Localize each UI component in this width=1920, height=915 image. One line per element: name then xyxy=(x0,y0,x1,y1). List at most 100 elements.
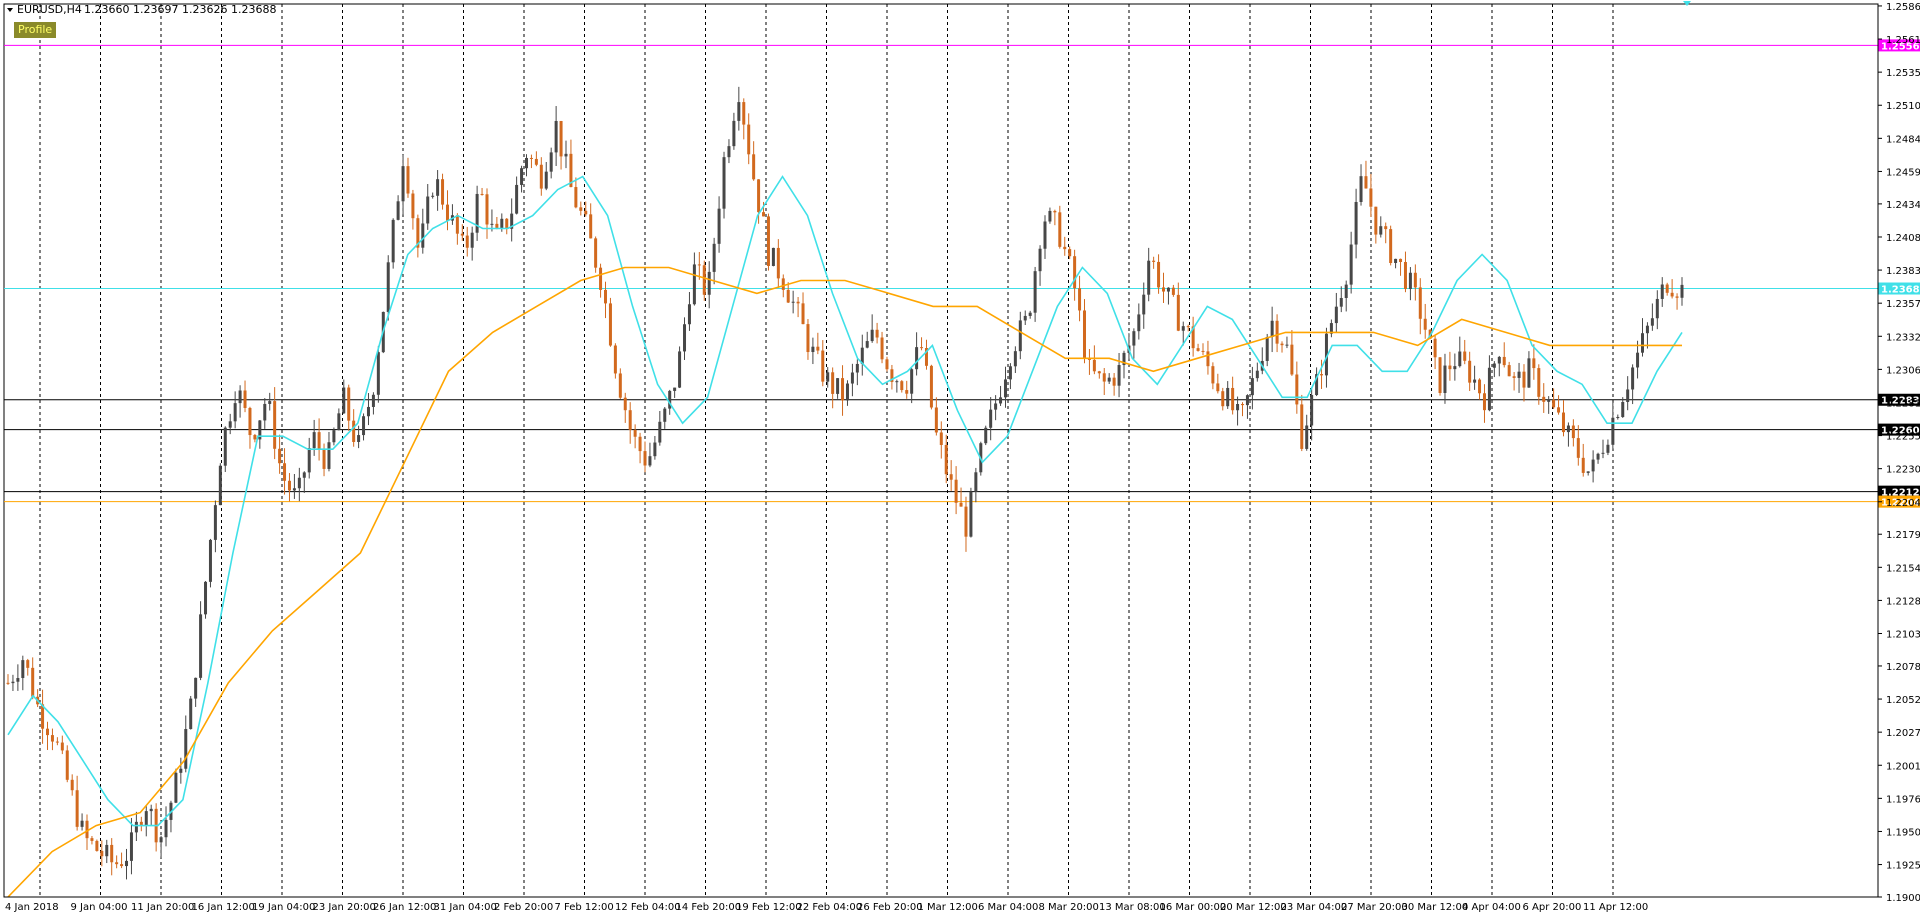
profile-button[interactable]: Profile xyxy=(14,22,57,38)
candle-body xyxy=(1636,352,1640,368)
candle-body xyxy=(1621,402,1625,417)
candle-body xyxy=(1137,314,1141,332)
candle-body xyxy=(396,201,400,220)
candle-body xyxy=(1107,377,1111,382)
candle-body xyxy=(791,301,795,303)
candle-body xyxy=(796,301,800,304)
candle-body xyxy=(1552,399,1556,408)
candle-body xyxy=(920,347,924,349)
candle-body xyxy=(964,506,968,537)
candle-body xyxy=(1468,360,1472,383)
candle-body xyxy=(816,346,820,351)
candle-body xyxy=(969,491,973,537)
candle-body xyxy=(342,387,346,414)
candle-body xyxy=(692,264,696,305)
candle-body xyxy=(1478,379,1482,394)
candle-body xyxy=(1033,271,1037,313)
candle-body xyxy=(762,212,766,217)
candle-body xyxy=(623,397,627,411)
candle-body xyxy=(875,329,879,338)
candle-body xyxy=(485,194,489,225)
candle-body xyxy=(1566,425,1570,433)
candle-body xyxy=(21,660,25,679)
candle-body xyxy=(515,184,519,214)
candle-body xyxy=(1142,294,1146,315)
x-tick-label: 27 Mar 20:00 xyxy=(1341,902,1408,913)
x-tick-label: 6 Apr 20:00 xyxy=(1523,902,1582,913)
symbol-label: EURUSD,H4 xyxy=(17,3,82,16)
price-chart[interactable]: 1.255611.236881.228311.226011.221231.220… xyxy=(0,0,1920,915)
candle-body xyxy=(1527,358,1531,388)
candle-body xyxy=(1275,320,1279,344)
chart-area[interactable]: 1.255611.236881.228311.226011.221231.220… xyxy=(0,0,1920,915)
candle-body xyxy=(994,403,998,410)
candle-body xyxy=(1492,363,1496,368)
candle-body xyxy=(1517,371,1521,378)
candle-body xyxy=(1043,221,1047,249)
chart-header: EURUSD,H4 1.23660 1.23697 1.23626 1.2368… xyxy=(7,3,276,16)
candle-body xyxy=(411,193,415,219)
candle-body xyxy=(608,303,612,346)
candle-body xyxy=(900,381,904,391)
candle-body xyxy=(1453,366,1457,370)
candle-body xyxy=(1384,226,1388,230)
candle-body xyxy=(125,860,129,867)
candle-body xyxy=(1586,471,1590,473)
candle-body xyxy=(604,289,608,304)
candle-body xyxy=(149,808,153,812)
candle-body xyxy=(1394,258,1398,264)
candle-body xyxy=(357,435,361,442)
candle-body xyxy=(1097,371,1101,374)
candle-body xyxy=(159,837,163,843)
candle-body xyxy=(1601,452,1605,454)
candle-body xyxy=(26,660,30,668)
candle-body xyxy=(529,157,533,159)
candle-body xyxy=(455,215,459,234)
candle-body xyxy=(702,265,706,295)
candle-body xyxy=(1645,325,1649,334)
y-tick-label: 1.22810 xyxy=(1886,398,1920,409)
candle-body xyxy=(268,401,272,404)
candle-body xyxy=(663,408,667,422)
x-tick-label: 4 Jan 2018 xyxy=(5,902,59,913)
candle-body xyxy=(1023,315,1027,321)
candle-body xyxy=(347,387,351,421)
y-tick-label: 1.20525 xyxy=(1886,695,1920,706)
candle-body xyxy=(366,406,370,417)
candle-body xyxy=(278,448,282,464)
candle-body xyxy=(549,152,553,172)
candle-body xyxy=(1181,326,1185,331)
candle-body xyxy=(934,407,938,433)
candle-body xyxy=(189,698,193,730)
ohlc-readout: 1.23660 1.23697 1.23626 1.23688 xyxy=(84,3,276,16)
candle-body xyxy=(1245,395,1249,406)
x-tick-label: 26 Jan 12:00 xyxy=(373,902,436,913)
candle-body xyxy=(1502,356,1506,366)
candle-body xyxy=(1003,379,1007,398)
candle-body xyxy=(1537,368,1541,397)
candle-body xyxy=(362,416,366,436)
candle-body xyxy=(1532,358,1536,369)
candle-body xyxy=(1611,417,1615,445)
candle-body xyxy=(406,166,410,194)
x-tick-label: 14 Feb 20:00 xyxy=(676,902,742,913)
candle-body xyxy=(949,474,953,480)
candle-body xyxy=(352,420,356,442)
candle-body xyxy=(50,735,54,742)
candle-body xyxy=(90,838,94,841)
candle-body xyxy=(1379,226,1383,235)
candle-body xyxy=(648,456,652,466)
x-tick-label: 2 Feb 20:00 xyxy=(494,902,553,913)
y-tick-label: 1.24340 xyxy=(1886,200,1920,211)
candle-body xyxy=(1018,320,1022,352)
candle-body xyxy=(1670,292,1674,297)
candle-body xyxy=(120,864,124,867)
y-tick-label: 1.25865 xyxy=(1886,2,1920,13)
candle-body xyxy=(307,448,311,473)
candle-body xyxy=(658,421,662,443)
y-tick-label: 1.19505 xyxy=(1886,827,1920,838)
candle-body xyxy=(46,728,50,736)
candle-body xyxy=(322,449,326,469)
candle-body xyxy=(910,369,914,394)
candle-body xyxy=(1463,351,1467,361)
